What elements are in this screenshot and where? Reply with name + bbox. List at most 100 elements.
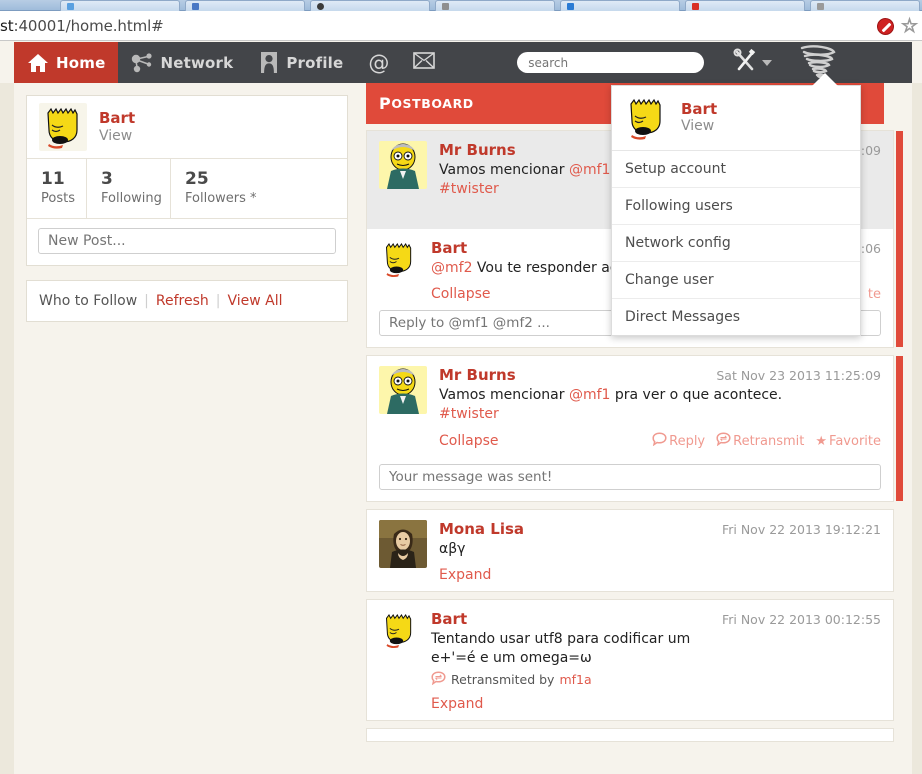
stat-followers[interactable]: 25 Followers * — [171, 159, 347, 218]
tools-menu-button[interactable] — [732, 42, 773, 83]
browser-url-bar[interactable]: st:40001/home.html# ☆ — [0, 11, 922, 41]
who-to-follow-card: Who to Follow | Refresh | View All — [26, 280, 348, 322]
thread: Mona Lisa Fri Nov 22 2013 19:12:21 αβγ E… — [366, 509, 894, 592]
tab-favicon — [692, 3, 699, 10]
tab-favicon — [317, 3, 324, 10]
avatar[interactable] — [379, 239, 419, 279]
post-action-group: Reply Retransmit ★ Favorite — [652, 432, 881, 450]
mention-link[interactable]: @mf1 — [569, 162, 610, 178]
stat-value: 3 — [101, 169, 113, 189]
menu-item-setup-account[interactable]: Setup account — [612, 151, 860, 188]
profile-header: Bart View — [27, 96, 347, 158]
search-input[interactable] — [517, 52, 705, 73]
reply-input[interactable] — [379, 464, 881, 490]
browser-tab[interactable] — [435, 0, 555, 11]
avatar[interactable] — [39, 103, 87, 151]
dropdown-arrow — [812, 73, 838, 86]
dropdown-profile-header: Bart View — [612, 86, 860, 151]
retransmit-prefix: Retransmited by — [451, 672, 555, 687]
home-icon — [27, 53, 49, 73]
profile-card: Bart View 11 Posts 3 Following 25 Follow… — [26, 95, 348, 266]
nav-label-network: Network — [160, 53, 234, 72]
sidebar: Bart View 11 Posts 3 Following 25 Follow… — [14, 83, 360, 774]
nav-label-home: Home — [56, 53, 106, 72]
nav-label-profile: Profile — [286, 53, 344, 72]
menu-item-direct-messages[interactable]: Direct Messages — [612, 299, 860, 335]
avatar[interactable] — [622, 94, 670, 142]
reply-label: Reply — [669, 433, 706, 449]
nav-item-mentions[interactable]: @ — [356, 42, 401, 83]
menu-item-change-user[interactable]: Change user — [612, 262, 860, 299]
block-icon[interactable] — [876, 17, 894, 35]
post-author[interactable]: Bart — [431, 610, 467, 628]
nav-item-network[interactable]: Network — [118, 42, 246, 83]
retransmit-user-link[interactable]: mf1a — [559, 672, 591, 687]
nav-item-home[interactable]: Home — [14, 42, 119, 83]
stat-value: 11 — [41, 169, 65, 189]
stat-label: Followers * — [185, 191, 257, 206]
stat-following[interactable]: 3 Following — [87, 159, 171, 218]
post-text-part: pra ver o que acontece. — [610, 387, 783, 403]
dropdown-user-name: Bart — [681, 100, 718, 118]
dropdown-profile-names: Bart View — [681, 101, 717, 135]
browser-tab[interactable] — [60, 0, 180, 11]
new-post-input[interactable] — [38, 228, 336, 254]
collapse-link[interactable]: Collapse — [439, 433, 499, 449]
post-text: Tentando usar utf8 para codificar um e+'… — [431, 631, 691, 666]
avatar[interactable] — [379, 610, 419, 650]
reply-action[interactable]: Reply — [652, 432, 705, 450]
star-icon: ★ — [815, 433, 828, 449]
collapse-link[interactable]: Collapse — [431, 286, 491, 302]
browser-tab[interactable] — [685, 0, 805, 11]
post-timestamp: :09 — [860, 143, 881, 158]
browser-tab[interactable] — [810, 0, 920, 11]
who-to-follow-title: Who to Follow — [39, 293, 138, 309]
favorite-label: Favorite — [829, 433, 881, 449]
mention-link[interactable]: @mf2 — [431, 260, 472, 276]
navbar-right-spacer — [912, 42, 922, 83]
avatar[interactable] — [379, 141, 427, 189]
retransmit-action[interactable]: Retransmit — [716, 432, 804, 450]
refresh-link[interactable]: Refresh — [156, 293, 209, 309]
browser-tab[interactable] — [560, 0, 680, 11]
favorite-action[interactable]: te — [868, 287, 881, 302]
divider: | — [144, 293, 149, 309]
browser-tab[interactable] — [310, 0, 430, 11]
post: Bart Fri Nov 22 2013 00:12:55 Tentando u… — [367, 600, 893, 720]
post-text-part: Vamos mencionar — [439, 162, 569, 178]
tab-favicon — [567, 3, 574, 10]
url-host: st — [0, 16, 14, 35]
browser-tab[interactable] — [185, 0, 305, 11]
profile-view-link[interactable]: View — [99, 127, 135, 145]
post-timestamp: Fri Nov 22 2013 19:12:21 — [721, 522, 881, 537]
favorite-action[interactable]: ★ Favorite — [815, 434, 881, 449]
view-all-link[interactable]: View All — [227, 293, 282, 309]
post-author[interactable]: Mona Lisa — [439, 520, 524, 538]
avatar[interactable] — [379, 520, 427, 568]
hashtag-link[interactable]: #twister — [439, 405, 881, 424]
nav-item-profile[interactable]: Profile — [246, 42, 356, 83]
avatar[interactable] — [379, 366, 427, 414]
post-author[interactable]: Mr Burns — [439, 141, 516, 159]
mention-link[interactable]: @mf1 — [569, 387, 610, 403]
expand-link[interactable]: Expand — [439, 567, 491, 583]
menu-item-following-users[interactable]: Following users — [612, 188, 860, 225]
stat-posts[interactable]: 11 Posts — [27, 159, 87, 218]
thread-indicator-bar — [896, 356, 903, 501]
post-timestamp: Fri Nov 22 2013 00:12:55 — [721, 612, 881, 627]
post: Mona Lisa Fri Nov 22 2013 19:12:21 αβγ E… — [367, 510, 893, 591]
thread: Bart Fri Nov 22 2013 00:12:55 Tentando u… — [366, 599, 894, 721]
star-icon[interactable]: ☆ — [900, 16, 918, 36]
post-author[interactable]: Bart — [431, 239, 467, 257]
page-left-rail — [0, 83, 14, 774]
dropdown-view-link[interactable]: View — [681, 118, 717, 135]
menu-item-network-config[interactable]: Network config — [612, 225, 860, 262]
retransmit-icon — [431, 671, 446, 688]
post-author[interactable]: Mr Burns — [439, 366, 516, 384]
chevron-down-icon — [762, 59, 773, 66]
expand-link[interactable]: Expand — [431, 696, 483, 712]
tab-favicon — [192, 3, 199, 10]
nav-item-messages[interactable] — [401, 42, 447, 83]
